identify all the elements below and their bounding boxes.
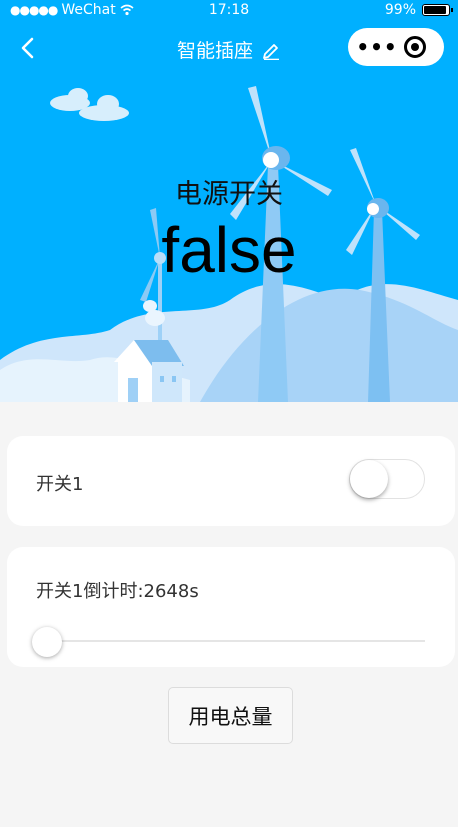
countdown-card: 开关1倒计时:2648s	[7, 547, 455, 667]
battery-icon	[422, 4, 453, 16]
more-button[interactable]: •••	[356, 32, 396, 62]
total-power-button[interactable]: 用电总量	[168, 687, 293, 744]
page-title: 智能插座	[176, 40, 253, 62]
more-dots-icon: •••	[356, 35, 398, 59]
mini-program-capsule: •••	[348, 28, 444, 66]
power-switch-label: 电源开关	[175, 179, 283, 210]
close-button[interactable]	[400, 32, 430, 62]
status-bar: ●●●●● WeChat 17:18 99%	[0, 0, 458, 22]
slider-thumb[interactable]	[32, 627, 62, 657]
countdown-label: 开关1倒计时:2648s	[36, 581, 199, 602]
slider-track	[36, 640, 425, 642]
switch1-label: 开关1	[36, 474, 84, 495]
battery-percent: 99%	[384, 2, 416, 18]
navbar: 智能插座 •••	[0, 26, 458, 70]
switch1-toggle[interactable]	[349, 459, 425, 499]
battery-fill	[424, 6, 446, 14]
target-icon	[404, 36, 426, 58]
pencil-icon[interactable]	[261, 40, 281, 60]
switch1-card: 开关1	[7, 436, 455, 526]
countdown-slider[interactable]	[32, 627, 425, 657]
hero-banner: ●●●●● WeChat 17:18 99% 智能插座 ••• 电源开关 fal…	[0, 0, 458, 402]
toggle-knob	[350, 460, 388, 498]
power-switch-value: false	[161, 214, 297, 286]
